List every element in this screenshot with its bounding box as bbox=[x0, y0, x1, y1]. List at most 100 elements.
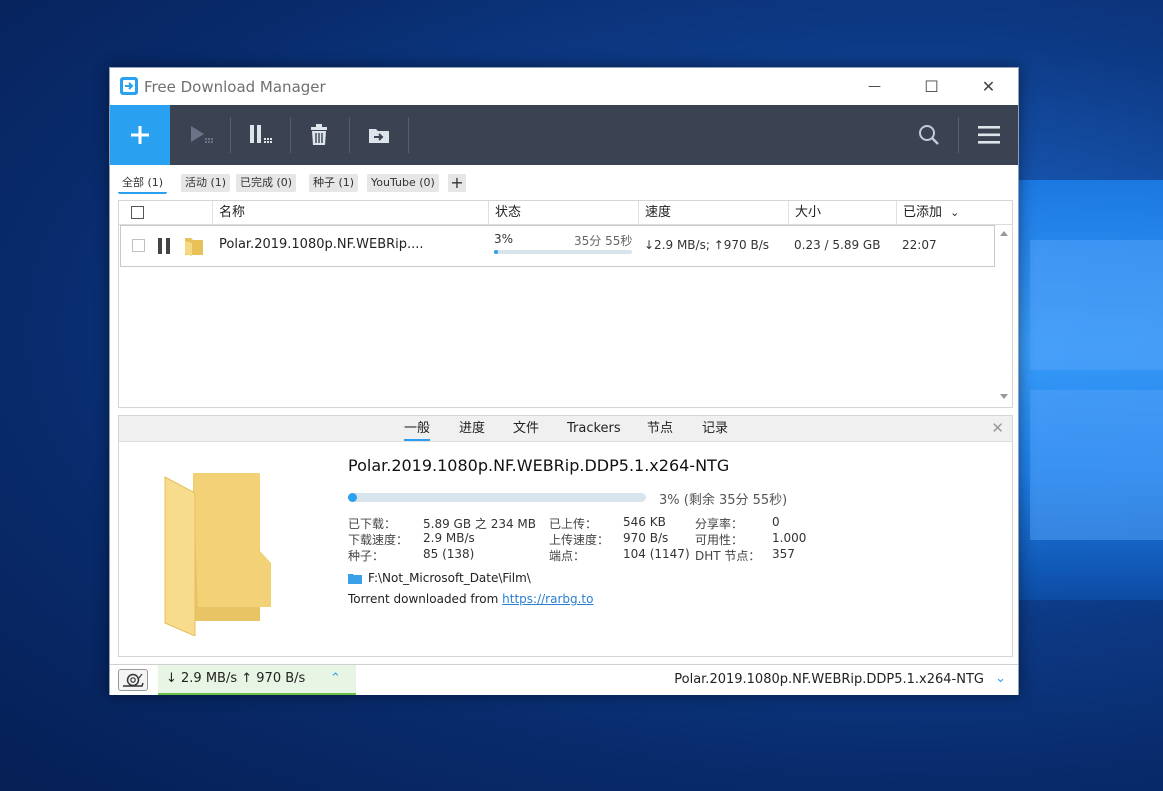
download-added-time: 22:07 bbox=[902, 238, 937, 252]
ratio-value: 0 bbox=[772, 515, 780, 529]
folder-icon bbox=[185, 238, 203, 256]
save-path-text: F:\Not_Microsoft_Date\Film\ bbox=[368, 571, 531, 585]
source-link[interactable]: https://rarbg.to bbox=[502, 592, 593, 606]
detail-progress-fill bbox=[348, 493, 357, 502]
download-percent: 3% bbox=[494, 232, 514, 246]
sort-chevron-icon: ⌄ bbox=[950, 206, 960, 219]
maximize-button[interactable]: ☐ bbox=[903, 68, 960, 105]
torrent-source: Torrent downloaded from https://rarbg.to bbox=[348, 592, 593, 606]
global-speed-indicator[interactable]: ↓ 2.9 MB/s ↑ 970 B/s ⌃ bbox=[158, 665, 356, 695]
column-size[interactable]: 大小 bbox=[788, 201, 896, 224]
filter-torrents[interactable]: 种子 (1) bbox=[309, 174, 359, 192]
tab-general[interactable]: 一般 bbox=[404, 416, 431, 441]
maximize-icon: ☐ bbox=[924, 77, 939, 96]
select-all-checkbox[interactable] bbox=[131, 206, 144, 219]
add-download-button[interactable] bbox=[110, 105, 170, 165]
column-status[interactable]: 状态 bbox=[488, 201, 638, 224]
search-button[interactable] bbox=[900, 105, 958, 165]
tab-progress[interactable]: 进度 bbox=[459, 416, 485, 441]
toolbar-separator bbox=[958, 117, 959, 153]
dht-label: DHT 节点： bbox=[695, 549, 761, 563]
downloads-list: 名称 状态 速度 大小 已添加 ⌄ Polar.2019.1080p.NF.WE… bbox=[118, 200, 1013, 408]
filter-youtube[interactable]: YouTube (0) bbox=[367, 174, 439, 192]
list-header: 名称 状态 速度 大小 已添加 ⌄ bbox=[119, 201, 1012, 225]
pause-icon bbox=[250, 125, 272, 143]
detail-title: Polar.2019.1080p.NF.WEBRip.DDP5.1.x264-N… bbox=[348, 456, 730, 475]
column-added[interactable]: 已添加 ⌄ bbox=[896, 201, 991, 224]
dl-speed-label: 下载速度： bbox=[348, 533, 409, 547]
list-scrollbar[interactable] bbox=[996, 225, 1012, 405]
delete-icon bbox=[311, 124, 327, 145]
source-prefix: Torrent downloaded from bbox=[348, 592, 499, 606]
snail-icon bbox=[123, 673, 144, 687]
speed-mode-button[interactable] bbox=[118, 669, 148, 691]
close-details-icon[interactable]: ✕ bbox=[991, 419, 1004, 437]
download-eta: 35分 55秒 bbox=[574, 234, 633, 248]
tab-trackers[interactable]: Trackers bbox=[567, 416, 621, 441]
pause-button[interactable] bbox=[232, 105, 290, 165]
ul-speed-value: 970 B/s bbox=[623, 531, 669, 545]
menu-icon bbox=[978, 126, 1000, 144]
pause-icon[interactable] bbox=[157, 237, 171, 255]
folder-icon bbox=[348, 573, 362, 584]
toolbar-separator bbox=[230, 117, 231, 153]
downloaded-label: 已下载： bbox=[348, 517, 397, 531]
peers-label: 端点： bbox=[549, 549, 586, 563]
global-speed-text: ↓ 2.9 MB/s ↑ 970 B/s bbox=[166, 671, 306, 686]
tab-log[interactable]: 记录 bbox=[702, 416, 728, 441]
toolbar bbox=[110, 105, 1018, 165]
toolbar-separator bbox=[408, 117, 409, 153]
move-icon bbox=[369, 129, 389, 143]
current-download-name[interactable]: Polar.2019.1080p.NF.WEBRip.DDP5.1.x264-N… bbox=[674, 672, 984, 687]
search-icon bbox=[919, 125, 939, 145]
detail-progress-text: 3% (剩余 35分 55秒) bbox=[659, 493, 788, 508]
app-logo-icon bbox=[120, 77, 138, 95]
column-name[interactable]: 名称 bbox=[212, 201, 488, 224]
filter-active[interactable]: 活动 (1) bbox=[181, 174, 231, 192]
tab-peers[interactable]: 节点 bbox=[647, 416, 673, 441]
filter-all[interactable]: 全部 (1) bbox=[118, 174, 168, 194]
scroll-down-icon[interactable] bbox=[1000, 394, 1008, 399]
app-window: Free Download Manager — ☐ ✕ 全部 (1) 活动 (1… bbox=[109, 67, 1019, 695]
downloaded-value: 5.89 GB 之 234 MB bbox=[423, 517, 536, 531]
availability-value: 1.000 bbox=[772, 531, 807, 545]
add-filter-button[interactable]: + bbox=[448, 174, 466, 192]
folder-icon bbox=[164, 473, 271, 636]
minimize-button[interactable]: — bbox=[846, 68, 903, 105]
tab-files[interactable]: 文件 bbox=[513, 416, 539, 441]
menu-button[interactable] bbox=[960, 105, 1018, 165]
download-speed: ↓2.9 MB/s; ↑970 B/s bbox=[644, 238, 769, 252]
resume-icon bbox=[191, 126, 213, 143]
close-icon: ✕ bbox=[981, 77, 996, 96]
title-bar: Free Download Manager — ☐ ✕ bbox=[110, 68, 1018, 105]
desktop-background-light bbox=[1000, 180, 1163, 600]
chevron-down-icon[interactable]: ⌄ bbox=[995, 671, 1006, 686]
chevron-up-icon[interactable]: ⌃ bbox=[330, 665, 341, 693]
dht-value: 357 bbox=[772, 547, 795, 561]
details-panel: 一般 进度 文件 Trackers 节点 记录 ✕ Polar.2019.108… bbox=[118, 415, 1013, 657]
resume-button[interactable] bbox=[172, 105, 230, 165]
download-name: Polar.2019.1080p.NF.WEBRip.... bbox=[219, 237, 424, 252]
column-added-label: 已添加 bbox=[903, 205, 943, 220]
scroll-up-icon[interactable] bbox=[1000, 231, 1008, 236]
close-button[interactable]: ✕ bbox=[960, 68, 1017, 105]
window-title: Free Download Manager bbox=[144, 78, 326, 96]
uploaded-value: 546 KB bbox=[623, 515, 666, 529]
availability-label: 可用性： bbox=[695, 533, 744, 547]
ul-speed-label: 上传速度： bbox=[549, 533, 610, 547]
download-size: 0.23 / 5.89 GB bbox=[794, 238, 881, 252]
table-row[interactable]: Polar.2019.1080p.NF.WEBRip.... 3% 35分 55… bbox=[120, 225, 995, 267]
row-progress-bar bbox=[494, 250, 632, 254]
move-button[interactable] bbox=[350, 105, 408, 165]
dl-speed-value: 2.9 MB/s bbox=[423, 531, 475, 545]
add-icon bbox=[131, 126, 149, 144]
delete-button[interactable] bbox=[290, 105, 348, 165]
column-speed[interactable]: 速度 bbox=[638, 201, 788, 224]
seeds-value: 85 (138) bbox=[423, 547, 475, 561]
minimize-icon: — bbox=[868, 79, 881, 94]
row-progress-fill bbox=[494, 250, 499, 254]
uploaded-label: 已上传： bbox=[549, 517, 598, 531]
row-checkbox[interactable] bbox=[132, 239, 145, 252]
filter-completed[interactable]: 已完成 (0) bbox=[236, 174, 297, 192]
save-path[interactable]: F:\Not_Microsoft_Date\Film\ bbox=[348, 571, 531, 585]
